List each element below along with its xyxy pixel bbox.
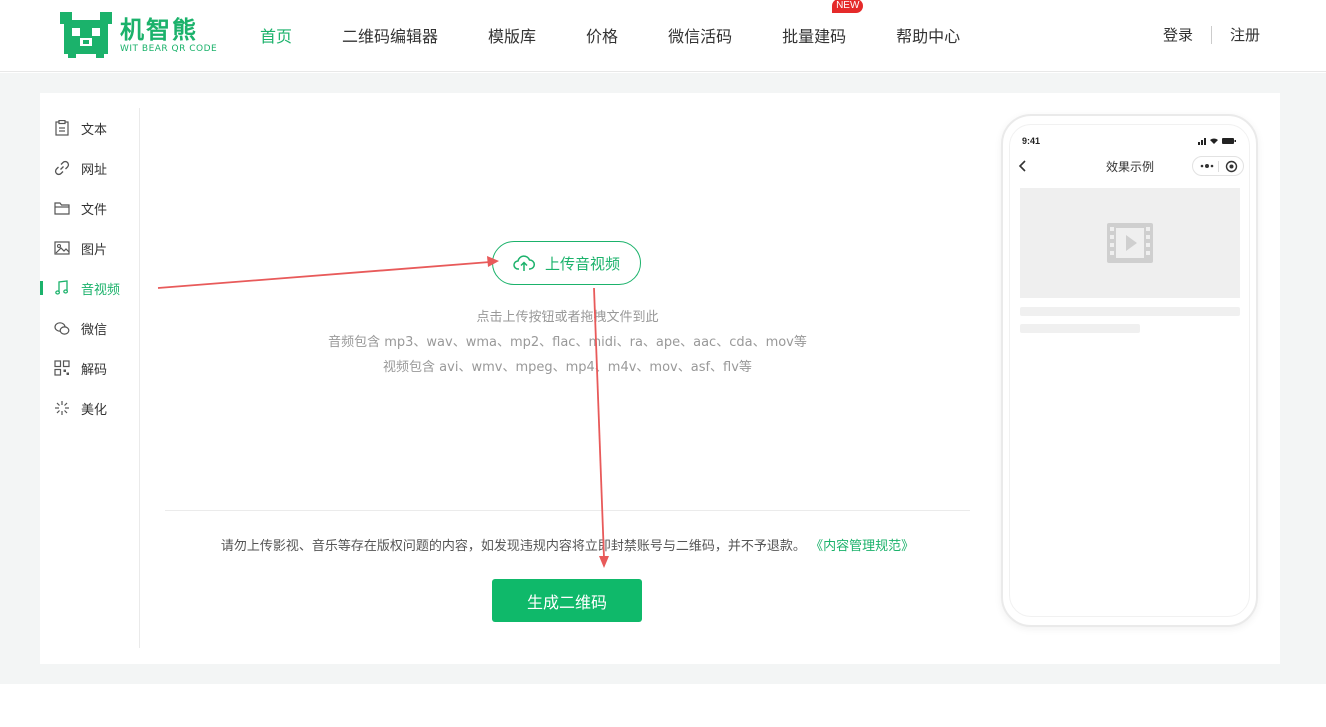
- nav-batch-create[interactable]: 批量建码 NEW: [782, 0, 864, 47]
- nav-templates[interactable]: 模版库: [488, 23, 536, 47]
- folder-icon: [54, 200, 70, 216]
- image-icon: [54, 240, 70, 256]
- link-icon: [54, 160, 70, 176]
- wechat-icon: [54, 320, 70, 336]
- nav-pricing[interactable]: 价格: [586, 23, 618, 47]
- sidebar-active-indicator: [40, 281, 43, 295]
- logo-tagline: WIT BEAR QR CODE: [120, 43, 218, 54]
- upload-audio-video-button[interactable]: 上传音视频: [492, 241, 641, 285]
- sidebar-item-audio-video[interactable]: 音视频: [54, 278, 120, 298]
- nav-wechat-live-code[interactable]: 微信活码: [668, 23, 732, 47]
- sparkle-icon: [54, 400, 70, 416]
- sidebar-item-decode[interactable]: 解码: [54, 358, 107, 378]
- more-dots-icon: [1200, 164, 1214, 168]
- audio-formats-hint: 音频包含 mp3、wav、wma、mp2、flac、midi、ra、ape、aa…: [328, 335, 807, 350]
- sidebar-item-label: 文件: [81, 202, 108, 218]
- sidebar-item-label: 图片: [81, 242, 108, 258]
- logo-name: 机智熊: [120, 15, 198, 44]
- sidebar-item-label: 美化: [81, 402, 108, 418]
- sidebar-item-label: 解码: [81, 362, 108, 378]
- type-sidebar: 文本 网址 文件 图片 音视频 微信 解码 美化: [40, 108, 140, 648]
- auth-divider: [1210, 25, 1212, 44]
- content-divider: [165, 510, 970, 511]
- film-play-icon: [1107, 223, 1153, 263]
- nav-help-center[interactable]: 帮助中心: [896, 23, 960, 47]
- content-policy-link[interactable]: 《内容管理规范》: [810, 539, 914, 554]
- sidebar-item-wechat[interactable]: 微信: [54, 318, 107, 338]
- sidebar-item-file[interactable]: 文件: [54, 198, 107, 218]
- copyright-notice: 请勿上传影视、音乐等存在版权问题的内容，如发现违规内容将立即封禁账号与二维码，并…: [165, 535, 970, 554]
- video-placeholder: [1020, 188, 1240, 298]
- placeholder-line-short: [1020, 324, 1140, 333]
- main-nav: 首页 二维码编辑器 模版库 价格 微信活码 批量建码 NEW 帮助中心: [260, 0, 1010, 70]
- music-note-icon: [54, 280, 70, 296]
- logo[interactable]: 机智熊 WIT BEAR QR CODE: [60, 10, 220, 60]
- mini-program-capsule[interactable]: [1192, 156, 1244, 176]
- status-bar-icons: [1198, 138, 1236, 145]
- phone-title: 效果示例: [1105, 160, 1154, 174]
- sidebar-item-label: 文本: [81, 122, 108, 138]
- upload-button-label: 上传音视频: [544, 254, 620, 273]
- status-time: 9:41: [1022, 136, 1041, 146]
- nav-qr-editor[interactable]: 二维码编辑器: [342, 23, 438, 47]
- new-badge: NEW: [832, 0, 864, 13]
- bear-logo-icon: [60, 12, 112, 58]
- sidebar-item-image[interactable]: 图片: [54, 238, 107, 258]
- sidebar-item-label: 网址: [81, 162, 108, 178]
- qr-grid-icon: [54, 360, 70, 376]
- back-arrow-icon[interactable]: [1016, 158, 1030, 174]
- nav-batch-create-label: 批量建码: [782, 27, 847, 46]
- auth-links: 登录 注册: [1163, 24, 1260, 45]
- close-target-icon: [1225, 160, 1238, 173]
- login-link[interactable]: 登录: [1163, 24, 1193, 45]
- nav-home[interactable]: 首页: [260, 23, 292, 47]
- upload-hint: 点击上传按钮或者拖拽文件到此: [476, 310, 659, 325]
- cloud-upload-icon: [513, 255, 535, 271]
- sidebar-item-label: 音视频: [81, 282, 121, 298]
- capsule-divider: [1218, 161, 1219, 172]
- sidebar-item-text[interactable]: 文本: [54, 118, 107, 138]
- video-formats-hint: 视频包含 avi、wmv、mpeg、mp4、m4v、mov、asf、flv等: [383, 360, 752, 375]
- sidebar-item-url[interactable]: 网址: [54, 158, 107, 178]
- placeholder-line: [1020, 307, 1240, 316]
- text-doc-icon: [54, 120, 70, 136]
- register-link[interactable]: 注册: [1230, 24, 1260, 45]
- notice-text: 请勿上传影视、音乐等存在版权问题的内容，如发现违规内容将立即封禁账号与二维码，并…: [220, 539, 806, 554]
- sidebar-item-label: 微信: [81, 322, 108, 338]
- generate-qr-button[interactable]: 生成二维码: [492, 579, 642, 622]
- top-header: 机智熊 WIT BEAR QR CODE 首页 二维码编辑器 模版库 价格 微信…: [0, 0, 1326, 72]
- sidebar-item-beautify[interactable]: 美化: [54, 398, 107, 418]
